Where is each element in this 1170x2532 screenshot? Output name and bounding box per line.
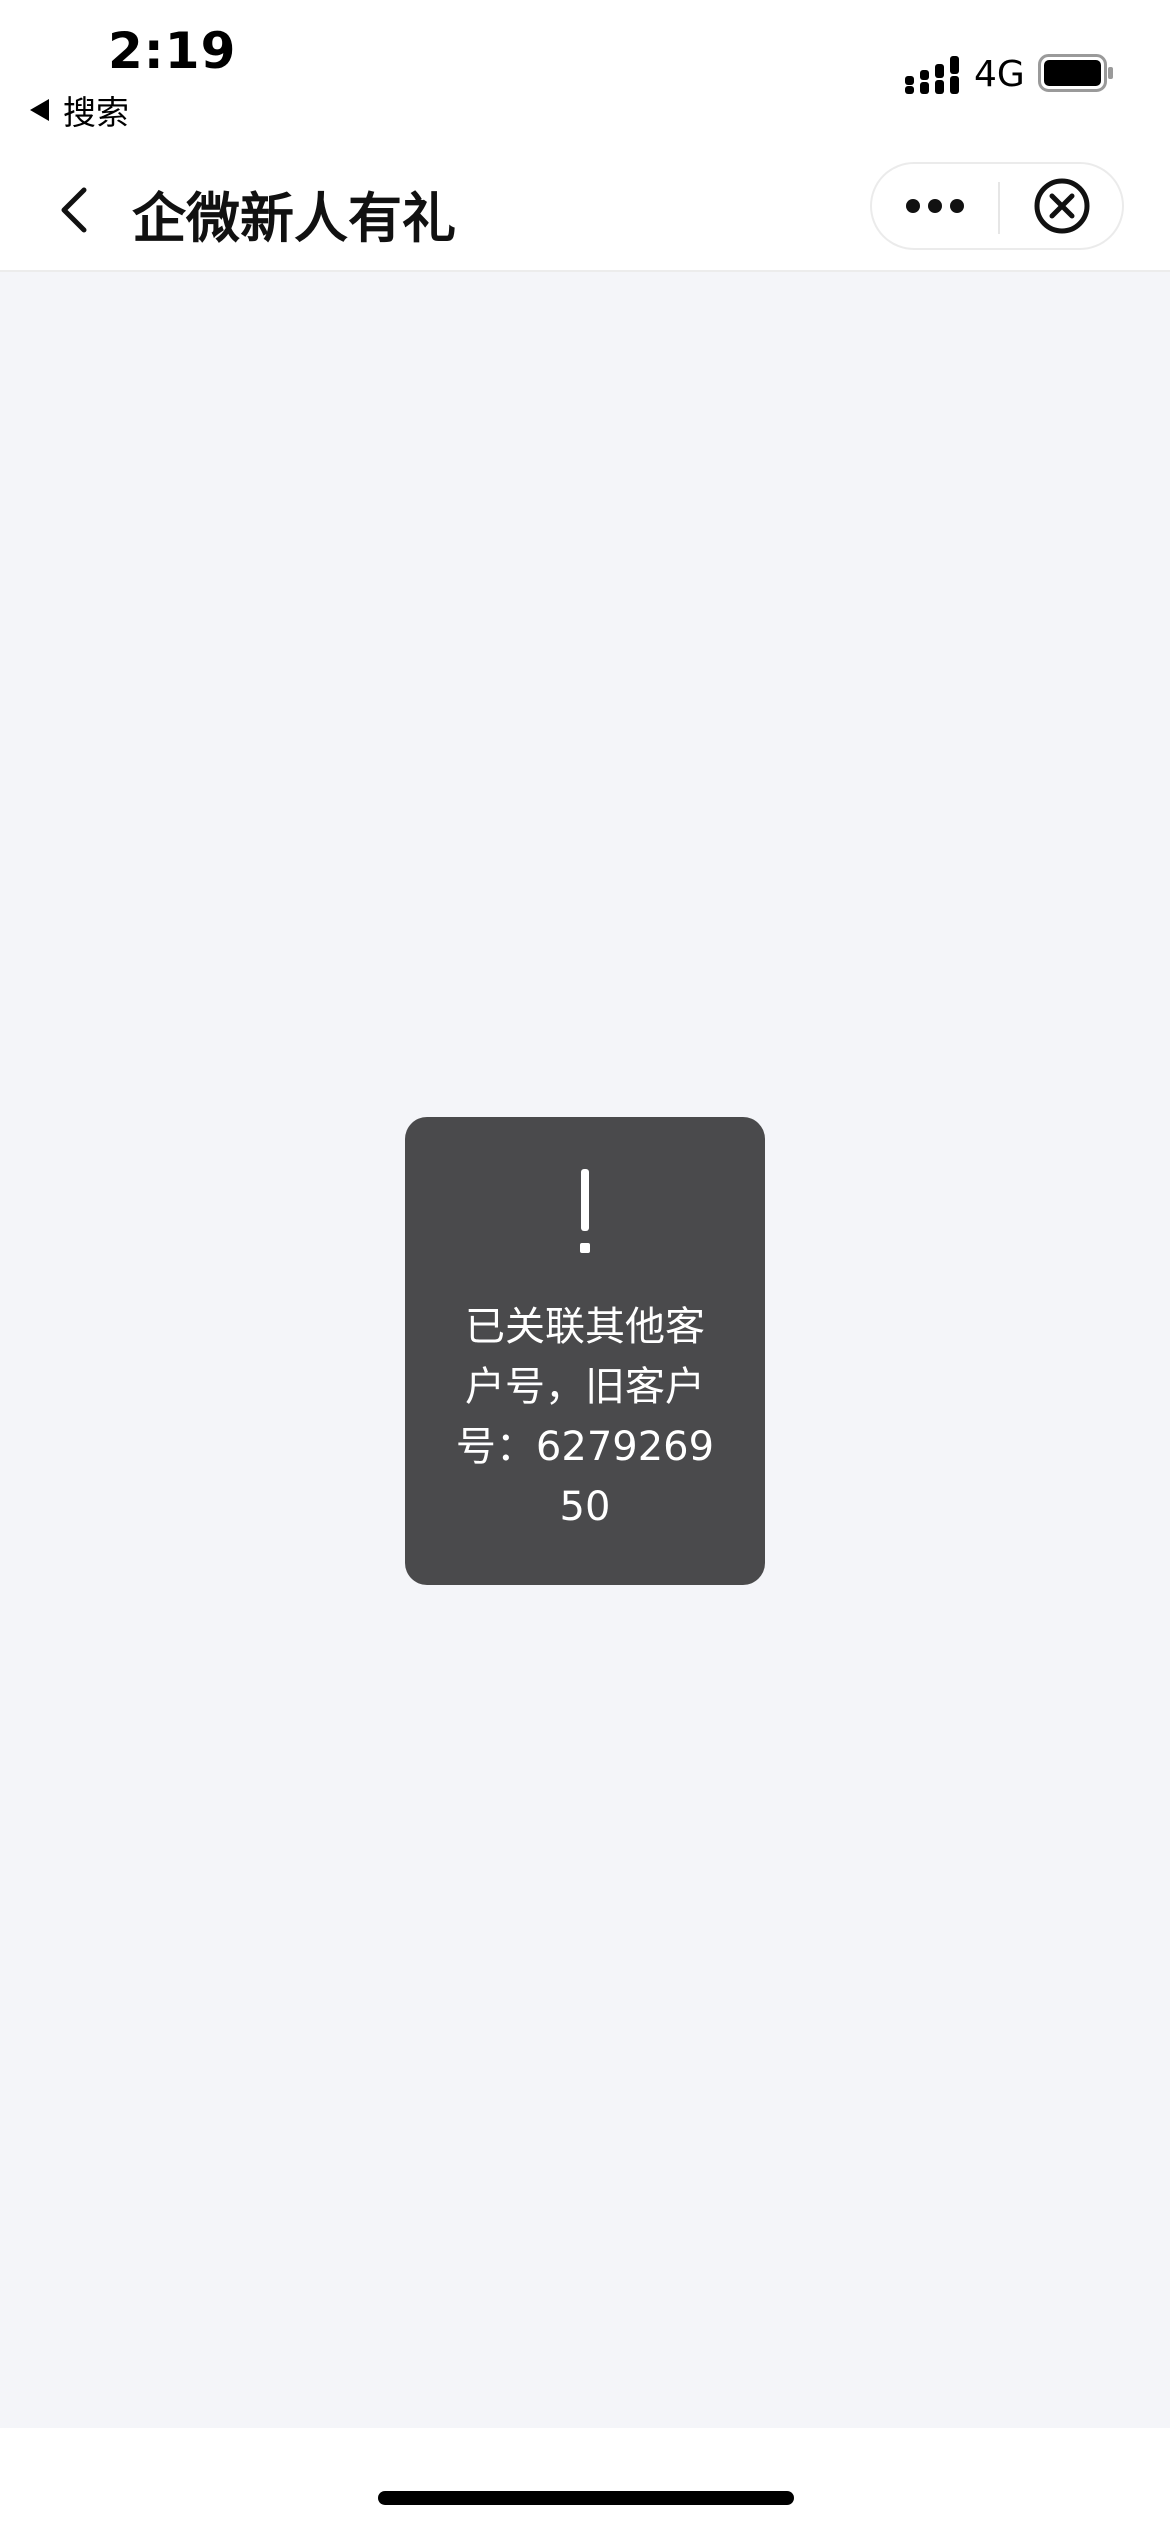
- battery-icon: [1038, 54, 1113, 92]
- mini-program-capsule: [870, 162, 1124, 250]
- toast-message: 已关联其他客户号，旧客户号：627926950: [455, 1304, 715, 1530]
- navigation-bar: 企微新人有礼: [0, 150, 1170, 272]
- home-area: [0, 2428, 1170, 2532]
- status-time: 2:19: [108, 22, 237, 80]
- toast-dialog: 已关联其他客户号，旧客户号：627926950: [405, 1117, 765, 1585]
- exclamation-icon: [580, 1169, 590, 1253]
- back-to-search-label: 搜索: [63, 93, 129, 132]
- back-to-search-button[interactable]: 搜索: [30, 90, 129, 132]
- more-dots-icon: [906, 199, 964, 213]
- chevron-left-icon[interactable]: [50, 180, 100, 240]
- status-bar: 2:19 搜索 4G: [0, 0, 1170, 150]
- home-indicator[interactable]: [378, 2491, 794, 2505]
- more-button[interactable]: [872, 164, 998, 248]
- close-button[interactable]: [1000, 164, 1124, 248]
- close-circle-icon: [1034, 178, 1090, 234]
- signal-icon: [905, 56, 959, 94]
- network-type: 4G: [974, 54, 1025, 95]
- page-title: 企微新人有礼: [132, 187, 456, 250]
- back-triangle-icon: [30, 99, 49, 121]
- toast-icon-wrap: [405, 1167, 765, 1257]
